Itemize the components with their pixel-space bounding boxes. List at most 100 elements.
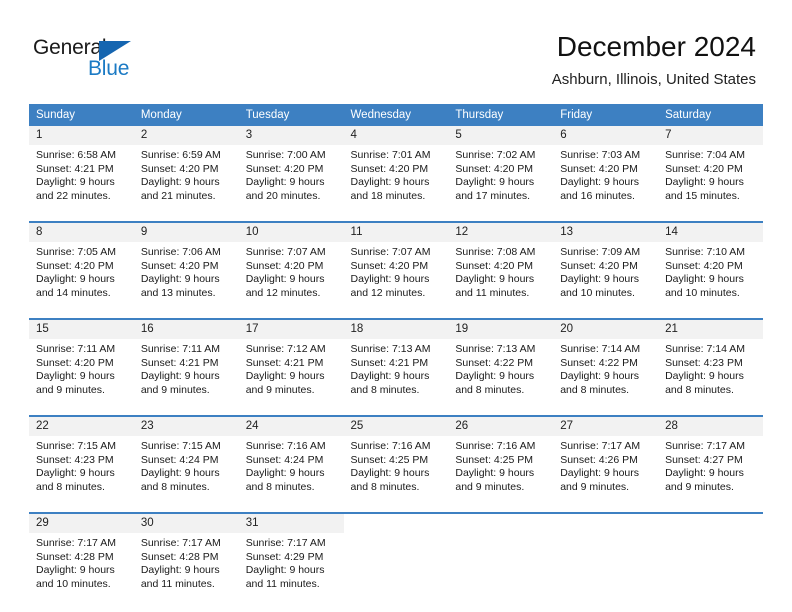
day-number: 19 bbox=[448, 320, 554, 339]
weekday-header-monday: Monday bbox=[133, 104, 239, 126]
day-number: 31 bbox=[238, 514, 344, 533]
day-details: Sunrise: 7:03 AM Sunset: 4:20 PM Daylight:… bbox=[553, 145, 658, 221]
day-number: 14 bbox=[658, 223, 763, 242]
day-sunset-text: Sunset: 4:27 PM bbox=[665, 453, 743, 466]
day-daylight-text: and 8 minutes. bbox=[140, 480, 210, 493]
day-details: Sunrise: 7:11 AM Sunset: 4:20 PM Daylight:… bbox=[29, 339, 134, 415]
calendar-day-cell[interactable]: 10 Sunrise: 7:07 AM Sunset: 4:20 PM Dayligh… bbox=[238, 223, 344, 318]
day-details: Sunrise: 6:59 AM Sunset: 4:20 PM Daylight:… bbox=[134, 145, 239, 221]
day-details: Sunrise: 7:17 AM Sunset: 4:28 PM Daylight:… bbox=[134, 533, 239, 609]
calendar-week-row: 15 Sunrise: 7:11 AM Sunset: 4:20 PM Dayligh… bbox=[29, 320, 763, 415]
day-daylight-text: and 18 minutes. bbox=[350, 189, 426, 202]
day-sunrise-text: Sunrise: 7:10 AM bbox=[665, 246, 746, 258]
day-daylight-text: and 9 minutes. bbox=[665, 480, 734, 493]
day-sunset-text: Sunset: 4:20 PM bbox=[350, 162, 429, 175]
day-daylight-text: Daylight: 9 hours bbox=[455, 176, 535, 189]
calendar-day-cell[interactable]: 18 Sunrise: 7:13 AM Sunset: 4:21 PM Dayligh… bbox=[343, 320, 449, 415]
day-sunrise-text: Sunrise: 7:16 AM bbox=[245, 440, 326, 452]
day-number: 24 bbox=[238, 417, 344, 436]
day-sunrise-text: Sunrise: 7:14 AM bbox=[560, 343, 641, 355]
day-daylight-text: and 22 minutes. bbox=[36, 189, 111, 202]
calendar-day-cell[interactable]: 23 Sunrise: 7:15 AM Sunset: 4:24 PM Dayligh… bbox=[133, 417, 239, 512]
day-sunset-text: Sunset: 4:29 PM bbox=[245, 550, 324, 563]
calendar-day-cell[interactable]: 16 Sunrise: 7:11 AM Sunset: 4:21 PM Dayligh… bbox=[133, 320, 239, 415]
day-sunset-text: Sunset: 4:21 PM bbox=[36, 162, 114, 175]
calendar-week-row: 29 Sunrise: 7:17 AM Sunset: 4:28 PM Dayligh… bbox=[29, 514, 763, 609]
calendar-day-cell[interactable]: 6 Sunrise: 7:03 AM Sunset: 4:20 PM Daylight… bbox=[553, 126, 659, 221]
day-daylight-text: Daylight: 9 hours bbox=[455, 370, 535, 383]
day-daylight-text: Daylight: 9 hours bbox=[245, 273, 325, 286]
day-daylight-text: and 12 minutes. bbox=[350, 286, 426, 299]
day-daylight-text: Daylight: 9 hours bbox=[455, 273, 535, 286]
calendar-day-cell[interactable]: 1 Sunrise: 6:58 AM Sunset: 4:21 PM Daylight… bbox=[29, 126, 134, 221]
day-daylight-text: Daylight: 9 hours bbox=[245, 370, 325, 383]
calendar-day-cell[interactable]: 8 Sunrise: 7:05 AM Sunset: 4:20 PM Daylight… bbox=[29, 223, 134, 318]
day-number: 28 bbox=[658, 417, 763, 436]
calendar-day-cell[interactable]: 24 Sunrise: 7:16 AM Sunset: 4:24 PM Dayligh… bbox=[238, 417, 344, 512]
day-daylight-text: and 10 minutes. bbox=[560, 286, 635, 299]
day-daylight-text: Daylight: 9 hours bbox=[36, 370, 115, 383]
day-number: 13 bbox=[553, 223, 659, 242]
day-details bbox=[343, 533, 449, 609]
day-daylight-text: Daylight: 9 hours bbox=[36, 564, 115, 577]
calendar-day-cell[interactable]: 20 Sunrise: 7:14 AM Sunset: 4:22 PM Dayligh… bbox=[553, 320, 659, 415]
day-number: 15 bbox=[29, 320, 134, 339]
calendar-day-cell[interactable]: 4 Sunrise: 7:01 AM Sunset: 4:20 PM Daylight… bbox=[343, 126, 449, 221]
day-sunrise-text: Sunrise: 7:17 AM bbox=[245, 537, 326, 549]
day-daylight-text: and 8 minutes. bbox=[245, 480, 315, 493]
day-daylight-text: Daylight: 9 hours bbox=[245, 564, 325, 577]
day-details: Sunrise: 7:15 AM Sunset: 4:23 PM Daylight:… bbox=[29, 436, 134, 512]
calendar-day-cell[interactable]: 5 Sunrise: 7:02 AM Sunset: 4:20 PM Daylight… bbox=[448, 126, 554, 221]
day-daylight-text: Daylight: 9 hours bbox=[665, 273, 744, 286]
day-number: 30 bbox=[133, 514, 239, 533]
weekday-header-tuesday: Tuesday bbox=[238, 104, 344, 126]
day-sunrise-text: Sunrise: 7:02 AM bbox=[455, 149, 536, 161]
calendar-day-cell[interactable]: 9 Sunrise: 7:06 AM Sunset: 4:20 PM Daylight… bbox=[133, 223, 239, 318]
day-daylight-text: and 8 minutes. bbox=[560, 383, 630, 396]
day-number: 3 bbox=[238, 126, 344, 145]
day-sunset-text: Sunset: 4:20 PM bbox=[245, 259, 324, 272]
day-daylight-text: Daylight: 9 hours bbox=[36, 273, 115, 286]
calendar-day-cell[interactable]: 11 Sunrise: 7:07 AM Sunset: 4:20 PM Dayligh… bbox=[343, 223, 449, 318]
calendar-day-cell[interactable]: 19 Sunrise: 7:13 AM Sunset: 4:22 PM Dayligh… bbox=[448, 320, 554, 415]
day-sunset-text: Sunset: 4:21 PM bbox=[245, 356, 324, 369]
calendar-day-cell[interactable]: 25 Sunrise: 7:16 AM Sunset: 4:25 PM Dayligh… bbox=[343, 417, 449, 512]
calendar-cell-empty bbox=[553, 514, 659, 609]
calendar-day-cell[interactable]: 15 Sunrise: 7:11 AM Sunset: 4:20 PM Dayligh… bbox=[29, 320, 134, 415]
calendar-day-cell[interactable]: 14 Sunrise: 7:10 AM Sunset: 4:20 PM Dayligh… bbox=[658, 223, 763, 318]
day-sunset-text: Sunset: 4:20 PM bbox=[36, 259, 114, 272]
calendar-day-cell[interactable]: 17 Sunrise: 7:12 AM Sunset: 4:21 PM Dayligh… bbox=[238, 320, 344, 415]
calendar-day-cell[interactable]: 29 Sunrise: 7:17 AM Sunset: 4:28 PM Dayligh… bbox=[29, 514, 134, 609]
day-details: Sunrise: 7:13 AM Sunset: 4:21 PM Daylight:… bbox=[344, 339, 449, 415]
calendar-day-cell[interactable]: 22 Sunrise: 7:15 AM Sunset: 4:23 PM Dayligh… bbox=[29, 417, 134, 512]
day-daylight-text: Daylight: 9 hours bbox=[350, 273, 430, 286]
day-sunrise-text: Sunrise: 7:00 AM bbox=[245, 149, 326, 161]
day-sunrise-text: Sunrise: 7:17 AM bbox=[665, 440, 746, 452]
day-number: 18 bbox=[343, 320, 449, 339]
day-daylight-text: Daylight: 9 hours bbox=[665, 176, 744, 189]
calendar-day-cell[interactable]: 3 Sunrise: 7:00 AM Sunset: 4:20 PM Daylight… bbox=[238, 126, 344, 221]
calendar-day-cell[interactable]: 21 Sunrise: 7:14 AM Sunset: 4:23 PM Dayligh… bbox=[658, 320, 763, 415]
generalblue-logo[interactable]: General Blue bbox=[33, 36, 173, 82]
calendar-day-cell[interactable]: 2 Sunrise: 6:59 AM Sunset: 4:20 PM Daylight… bbox=[133, 126, 239, 221]
calendar-day-cell[interactable]: 28 Sunrise: 7:17 AM Sunset: 4:27 PM Dayligh… bbox=[658, 417, 763, 512]
page-subtitle: Ashburn, Illinois, United States bbox=[551, 71, 756, 88]
calendar-day-cell[interactable]: 26 Sunrise: 7:16 AM Sunset: 4:25 PM Dayligh… bbox=[448, 417, 554, 512]
day-number: 11 bbox=[343, 223, 449, 242]
day-number: 21 bbox=[658, 320, 763, 339]
day-sunset-text: Sunset: 4:21 PM bbox=[350, 356, 429, 369]
calendar-day-cell[interactable]: 30 Sunrise: 7:17 AM Sunset: 4:28 PM Dayligh… bbox=[133, 514, 239, 609]
day-sunset-text: Sunset: 4:21 PM bbox=[140, 356, 219, 369]
calendar-day-cell[interactable]: 12 Sunrise: 7:08 AM Sunset: 4:20 PM Dayligh… bbox=[448, 223, 554, 318]
day-sunset-text: Sunset: 4:25 PM bbox=[350, 453, 429, 466]
day-sunset-text: Sunset: 4:20 PM bbox=[455, 259, 534, 272]
calendar-day-cell[interactable]: 27 Sunrise: 7:17 AM Sunset: 4:26 PM Dayligh… bbox=[553, 417, 659, 512]
calendar-day-cell[interactable]: 13 Sunrise: 7:09 AM Sunset: 4:20 PM Dayligh… bbox=[553, 223, 659, 318]
calendar-day-cell[interactable]: 7 Sunrise: 7:04 AM Sunset: 4:20 PM Daylight… bbox=[658, 126, 763, 221]
day-daylight-text: Daylight: 9 hours bbox=[36, 467, 115, 480]
day-sunrise-text: Sunrise: 7:04 AM bbox=[665, 149, 746, 161]
day-daylight-text: Daylight: 9 hours bbox=[560, 273, 640, 286]
day-daylight-text: Daylight: 9 hours bbox=[140, 467, 220, 480]
day-number: 6 bbox=[553, 126, 659, 145]
calendar-day-cell[interactable]: 31 Sunrise: 7:17 AM Sunset: 4:29 PM Dayligh… bbox=[238, 514, 344, 609]
